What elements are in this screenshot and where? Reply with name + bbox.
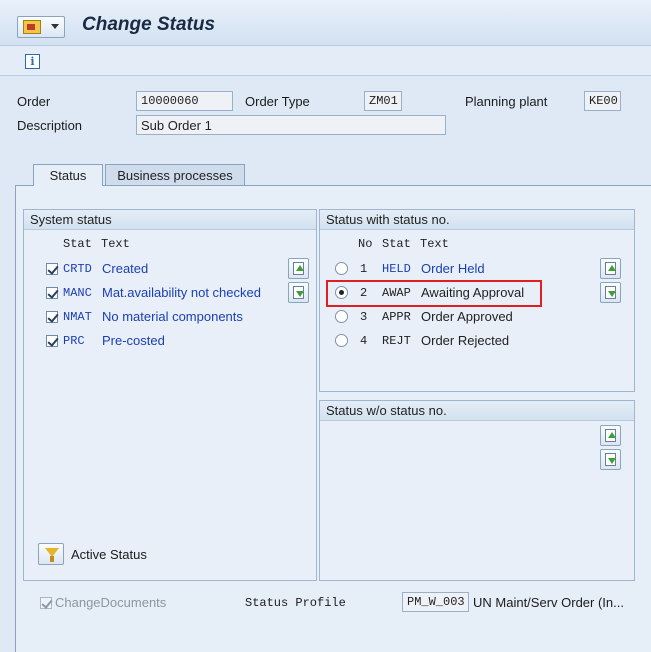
arrow-up-icon bbox=[608, 265, 616, 271]
status-without-number-group: Status w/o status no. bbox=[319, 400, 635, 581]
status-no-col-text: Text bbox=[420, 237, 449, 251]
description-label: Description bbox=[17, 118, 83, 133]
active-status-button[interactable] bbox=[38, 543, 64, 565]
arrow-down-icon bbox=[296, 291, 304, 297]
status-text: Order Held bbox=[421, 261, 485, 276]
status-code: PRC bbox=[63, 334, 85, 348]
status-checkbox[interactable] bbox=[46, 287, 58, 299]
status-text: Mat.availability not checked bbox=[102, 285, 261, 300]
status-checkbox[interactable] bbox=[46, 263, 58, 275]
status-checkbox[interactable] bbox=[46, 335, 58, 347]
order-label: Order bbox=[17, 94, 51, 109]
info-icon[interactable]: i bbox=[25, 54, 40, 69]
status-code: CRTD bbox=[63, 262, 92, 276]
status-radio[interactable] bbox=[335, 310, 348, 323]
order-type-field[interactable]: ZM01 bbox=[364, 91, 402, 111]
system-status-col-text: Text bbox=[101, 237, 130, 251]
system-menu-button[interactable] bbox=[17, 16, 65, 38]
tab-business-processes[interactable]: Business processes bbox=[105, 164, 245, 186]
arrow-down-icon bbox=[608, 291, 616, 297]
active-status-label: Active Status bbox=[71, 547, 147, 562]
application-toolbar: i bbox=[0, 46, 651, 76]
scroll-down-button[interactable] bbox=[600, 449, 621, 470]
status-radio[interactable] bbox=[335, 262, 348, 275]
page-title: Change Status bbox=[82, 14, 216, 35]
status-with-number-title: Status with status no. bbox=[320, 210, 634, 230]
planning-plant-label: Planning plant bbox=[465, 94, 548, 109]
status-profile-field[interactable]: PM_W_003 bbox=[402, 592, 469, 612]
system-status-col-stat: Stat bbox=[63, 237, 92, 251]
arrow-up-icon bbox=[296, 265, 304, 271]
scroll-down-button[interactable] bbox=[600, 282, 621, 303]
scroll-up-button[interactable] bbox=[288, 258, 309, 279]
status-text: Order Approved bbox=[421, 309, 513, 324]
status-radio[interactable] bbox=[335, 334, 348, 347]
menu-icon bbox=[23, 20, 41, 34]
status-text: No material components bbox=[102, 309, 243, 324]
status-profile-label: Status Profile bbox=[245, 596, 346, 610]
status-no-col-no: No bbox=[358, 237, 373, 251]
scroll-down-button[interactable] bbox=[288, 282, 309, 303]
order-field[interactable]: 10000060 bbox=[136, 91, 233, 111]
highlight-box bbox=[326, 280, 542, 307]
order-type-label: Order Type bbox=[245, 94, 310, 109]
scroll-up-button[interactable] bbox=[600, 425, 621, 446]
chevron-down-icon bbox=[51, 24, 59, 29]
planning-plant-field[interactable]: KE00 bbox=[584, 91, 621, 111]
tab-status[interactable]: Status bbox=[33, 164, 103, 186]
arrow-down-icon bbox=[608, 458, 616, 464]
status-no-col-stat: Stat bbox=[382, 237, 411, 251]
status-without-number-title: Status w/o status no. bbox=[320, 401, 634, 421]
scroll-up-button[interactable] bbox=[600, 258, 621, 279]
title-bar: Change Status bbox=[0, 0, 651, 46]
status-number: 1 bbox=[360, 262, 368, 276]
status-number: 4 bbox=[360, 334, 368, 348]
table-row bbox=[0, 260, 1, 280]
status-number: 3 bbox=[360, 310, 368, 324]
status-profile-description: UN Maint/Serv Order (In... bbox=[473, 595, 624, 610]
status-code: NMAT bbox=[63, 310, 92, 324]
change-documents-checkbox bbox=[40, 597, 52, 609]
description-field[interactable]: Sub Order 1 bbox=[136, 115, 446, 135]
status-text: Pre-costed bbox=[102, 333, 165, 348]
status-code: MANC bbox=[63, 286, 92, 300]
system-status-title: System status bbox=[24, 210, 316, 230]
status-text: Created bbox=[102, 261, 149, 276]
status-code: HELD bbox=[382, 262, 411, 276]
status-code: REJT bbox=[382, 334, 411, 348]
status-checkbox[interactable] bbox=[46, 311, 58, 323]
arrow-up-icon bbox=[608, 432, 616, 438]
status-code: APPR bbox=[382, 310, 411, 324]
status-text: Order Rejected bbox=[421, 333, 510, 348]
change-documents-label: ChangeDocuments bbox=[55, 595, 167, 610]
